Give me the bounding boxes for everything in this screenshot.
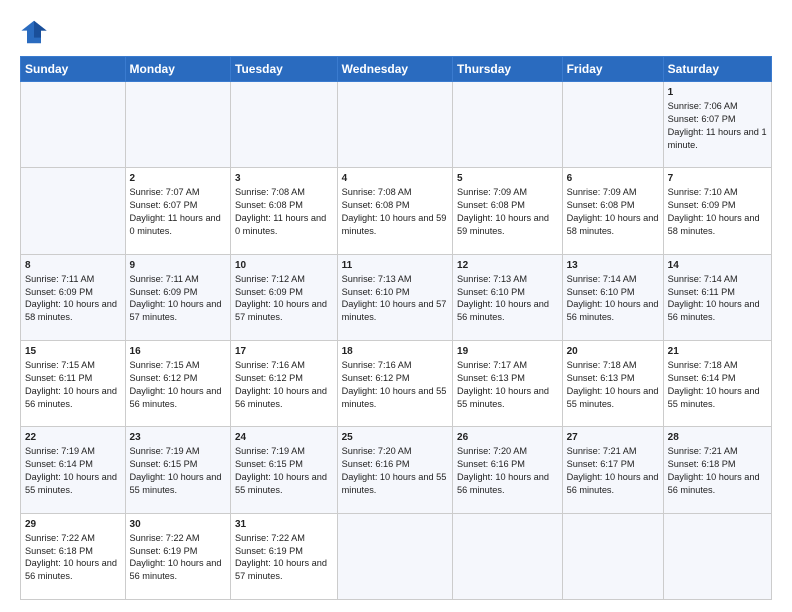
day-cell-31: 31Sunrise: 7:22 AMSunset: 6:19 PMDayligh… xyxy=(231,513,338,599)
day-header-tuesday: Tuesday xyxy=(231,57,338,82)
day-cell-29: 29Sunrise: 7:22 AMSunset: 6:18 PMDayligh… xyxy=(21,513,126,599)
calendar-week-5: 22Sunrise: 7:19 AMSunset: 6:14 PMDayligh… xyxy=(21,427,772,513)
day-cell-5: 5Sunrise: 7:09 AMSunset: 6:08 PMDaylight… xyxy=(453,168,563,254)
day-cell-14: 14Sunrise: 7:14 AMSunset: 6:11 PMDayligh… xyxy=(663,254,771,340)
calendar-table: SundayMondayTuesdayWednesdayThursdayFrid… xyxy=(20,56,772,600)
day-cell-24: 24Sunrise: 7:19 AMSunset: 6:15 PMDayligh… xyxy=(231,427,338,513)
day-cell-7: 7Sunrise: 7:10 AMSunset: 6:09 PMDaylight… xyxy=(663,168,771,254)
page: SundayMondayTuesdayWednesdayThursdayFrid… xyxy=(0,0,792,612)
empty-cell xyxy=(453,82,563,168)
day-cell-4: 4Sunrise: 7:08 AMSunset: 6:08 PMDaylight… xyxy=(337,168,452,254)
day-cell-12: 12Sunrise: 7:13 AMSunset: 6:10 PMDayligh… xyxy=(453,254,563,340)
day-header-wednesday: Wednesday xyxy=(337,57,452,82)
empty-cell xyxy=(21,82,126,168)
empty-cell xyxy=(125,82,230,168)
day-header-sunday: Sunday xyxy=(21,57,126,82)
day-cell-17: 17Sunrise: 7:16 AMSunset: 6:12 PMDayligh… xyxy=(231,340,338,426)
calendar-week-3: 8Sunrise: 7:11 AMSunset: 6:09 PMDaylight… xyxy=(21,254,772,340)
calendar-week-6: 29Sunrise: 7:22 AMSunset: 6:18 PMDayligh… xyxy=(21,513,772,599)
day-header-saturday: Saturday xyxy=(663,57,771,82)
empty-cell xyxy=(453,513,563,599)
day-cell-26: 26Sunrise: 7:20 AMSunset: 6:16 PMDayligh… xyxy=(453,427,563,513)
day-cell-11: 11Sunrise: 7:13 AMSunset: 6:10 PMDayligh… xyxy=(337,254,452,340)
day-cell-23: 23Sunrise: 7:19 AMSunset: 6:15 PMDayligh… xyxy=(125,427,230,513)
empty-cell xyxy=(562,82,663,168)
day-cell-28: 28Sunrise: 7:21 AMSunset: 6:18 PMDayligh… xyxy=(663,427,771,513)
day-cell-16: 16Sunrise: 7:15 AMSunset: 6:12 PMDayligh… xyxy=(125,340,230,426)
empty-cell xyxy=(562,513,663,599)
calendar-week-1: 1Sunrise: 7:06 AMSunset: 6:07 PMDaylight… xyxy=(21,82,772,168)
day-cell-15: 15Sunrise: 7:15 AMSunset: 6:11 PMDayligh… xyxy=(21,340,126,426)
calendar-week-2: 2Sunrise: 7:07 AMSunset: 6:07 PMDaylight… xyxy=(21,168,772,254)
day-cell-1: 1Sunrise: 7:06 AMSunset: 6:07 PMDaylight… xyxy=(663,82,771,168)
day-cell-9: 9Sunrise: 7:11 AMSunset: 6:09 PMDaylight… xyxy=(125,254,230,340)
day-cell-21: 21Sunrise: 7:18 AMSunset: 6:14 PMDayligh… xyxy=(663,340,771,426)
calendar-week-4: 15Sunrise: 7:15 AMSunset: 6:11 PMDayligh… xyxy=(21,340,772,426)
day-cell-25: 25Sunrise: 7:20 AMSunset: 6:16 PMDayligh… xyxy=(337,427,452,513)
day-cell-6: 6Sunrise: 7:09 AMSunset: 6:08 PMDaylight… xyxy=(562,168,663,254)
day-header-monday: Monday xyxy=(125,57,230,82)
day-cell-20: 20Sunrise: 7:18 AMSunset: 6:13 PMDayligh… xyxy=(562,340,663,426)
day-cell-30: 30Sunrise: 7:22 AMSunset: 6:19 PMDayligh… xyxy=(125,513,230,599)
empty-cell xyxy=(663,513,771,599)
day-header-friday: Friday xyxy=(562,57,663,82)
day-cell-13: 13Sunrise: 7:14 AMSunset: 6:10 PMDayligh… xyxy=(562,254,663,340)
day-cell-22: 22Sunrise: 7:19 AMSunset: 6:14 PMDayligh… xyxy=(21,427,126,513)
empty-cell xyxy=(337,82,452,168)
day-cell-19: 19Sunrise: 7:17 AMSunset: 6:13 PMDayligh… xyxy=(453,340,563,426)
day-cell-2: 2Sunrise: 7:07 AMSunset: 6:07 PMDaylight… xyxy=(125,168,230,254)
day-cell-27: 27Sunrise: 7:21 AMSunset: 6:17 PMDayligh… xyxy=(562,427,663,513)
day-cell-3: 3Sunrise: 7:08 AMSunset: 6:08 PMDaylight… xyxy=(231,168,338,254)
day-header-thursday: Thursday xyxy=(453,57,563,82)
logo xyxy=(20,18,52,46)
day-cell-18: 18Sunrise: 7:16 AMSunset: 6:12 PMDayligh… xyxy=(337,340,452,426)
day-cell-8: 8Sunrise: 7:11 AMSunset: 6:09 PMDaylight… xyxy=(21,254,126,340)
day-cell-10: 10Sunrise: 7:12 AMSunset: 6:09 PMDayligh… xyxy=(231,254,338,340)
empty-cell xyxy=(231,82,338,168)
logo-icon xyxy=(20,18,48,46)
empty-cell xyxy=(337,513,452,599)
header-row: SundayMondayTuesdayWednesdayThursdayFrid… xyxy=(21,57,772,82)
header xyxy=(20,18,772,46)
empty-cell xyxy=(21,168,126,254)
calendar-body: 1Sunrise: 7:06 AMSunset: 6:07 PMDaylight… xyxy=(21,82,772,600)
calendar-header: SundayMondayTuesdayWednesdayThursdayFrid… xyxy=(21,57,772,82)
